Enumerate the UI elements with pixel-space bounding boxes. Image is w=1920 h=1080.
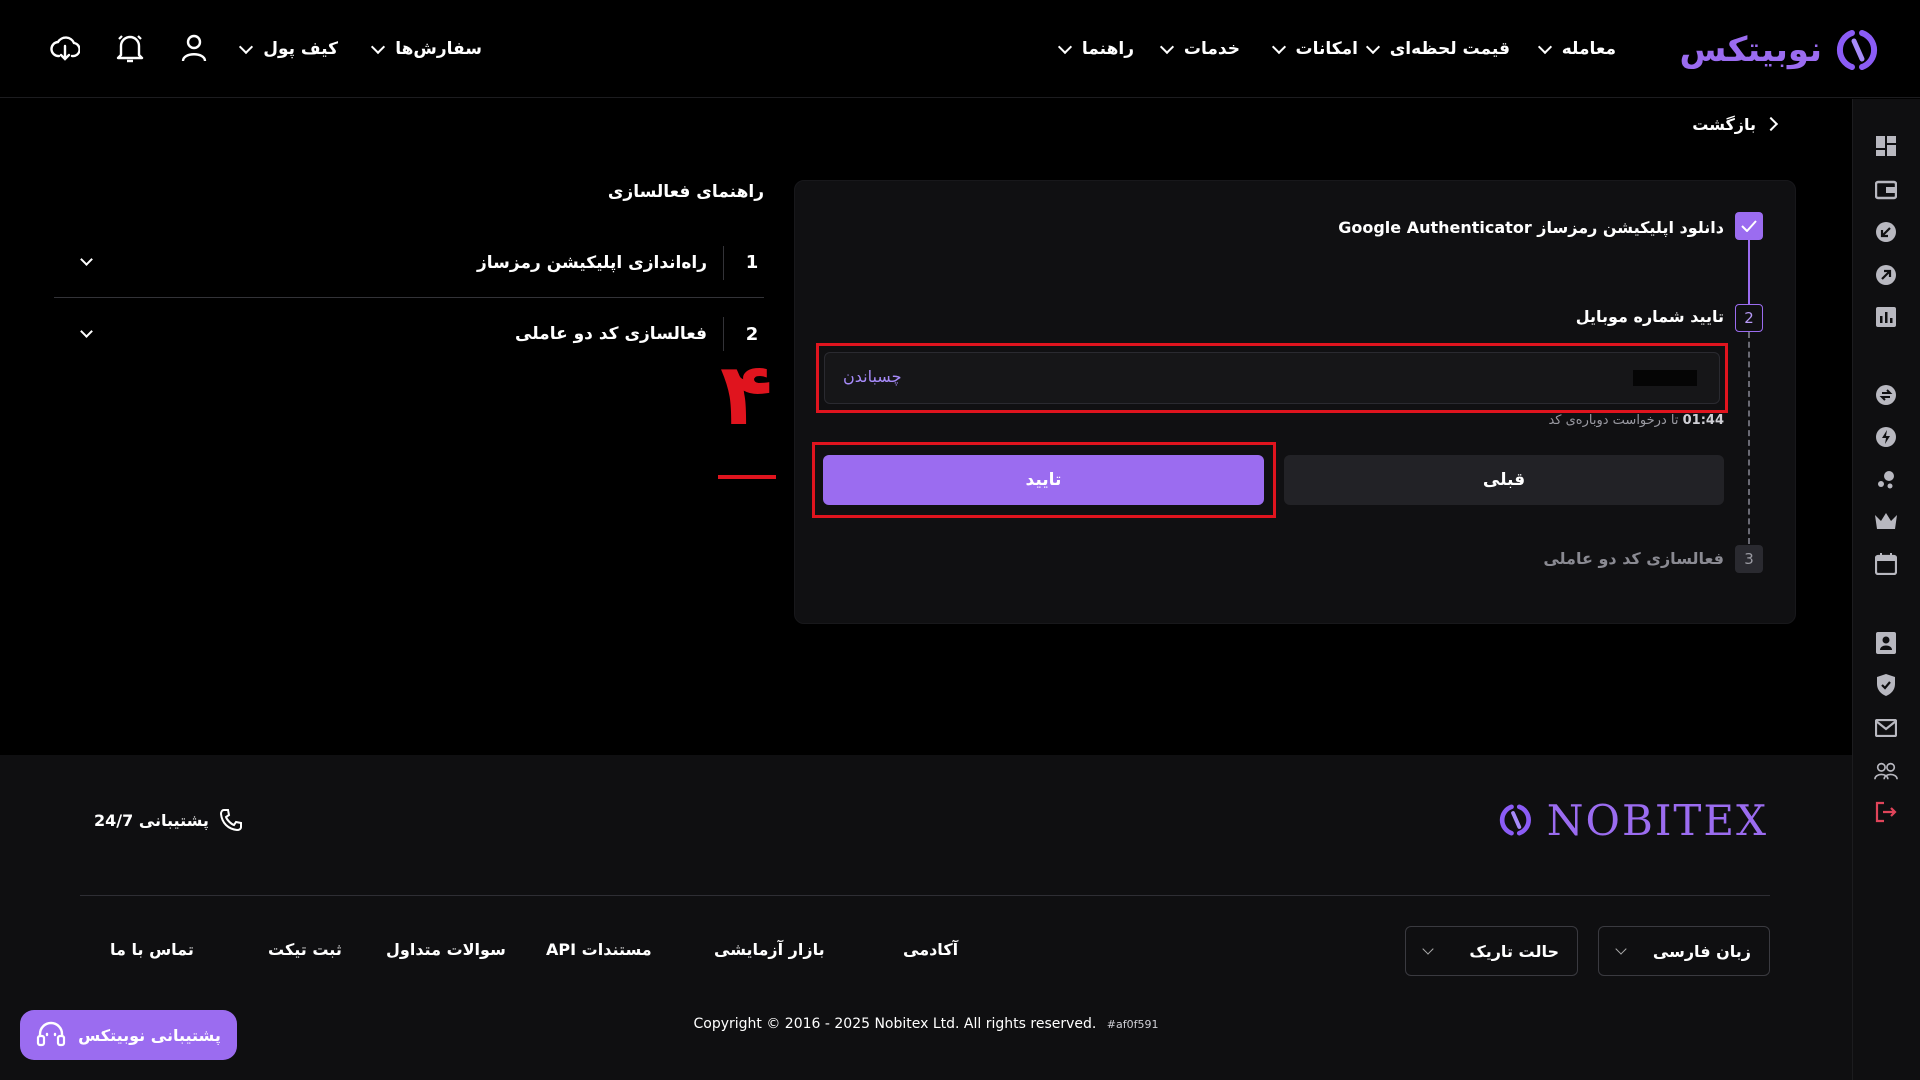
confirm-button[interactable]: تایید <box>823 455 1264 505</box>
guide-item-number: 1 <box>745 252 759 273</box>
guide-divider <box>723 317 724 351</box>
build-hash: #af0f591 <box>1106 1018 1159 1031</box>
nav-services[interactable]: خدمات <box>1159 36 1240 62</box>
brand-logo[interactable]: نوبیتکس <box>1672 22 1882 78</box>
user-icon[interactable] <box>178 32 210 64</box>
language-select[interactable]: زبان فارسی <box>1598 926 1770 976</box>
guide-item-number: 2 <box>745 323 759 345</box>
cloud-download-icon[interactable] <box>49 32 81 64</box>
phone-icon <box>219 809 242 832</box>
step-connector-solid <box>1748 240 1750 304</box>
bell-icon[interactable] <box>114 32 146 64</box>
guide-item-2[interactable]: 2 فعالسازی کد دو عاملی <box>54 299 764 369</box>
guide-title: راهنمای فعالسازی <box>607 182 764 202</box>
top-header: نوبیتکس معامله قیمت لحظه‌ای امکانات خدما… <box>0 0 1920 98</box>
logout-icon[interactable] <box>1874 800 1898 824</box>
right-sidebar <box>1852 99 1920 1080</box>
footer-link-api-docs[interactable]: مستندات API <box>546 940 652 959</box>
chevron-down-icon <box>1365 39 1380 54</box>
code-input-field[interactable]: چسباندن <box>824 352 1720 404</box>
footer-link-academy[interactable]: آکادمی <box>903 940 958 959</box>
nav-wallet[interactable]: کیف پول <box>239 36 338 62</box>
support-chat-label: پشتیبانی نوبیتکس <box>78 1025 221 1045</box>
step3-label: فعالسازی کد دو عاملی <box>1543 549 1724 568</box>
copyright-text: Copyright © 2016 - 2025 Nobitex Ltd. All… <box>693 1016 1097 1032</box>
dashboard-icon[interactable] <box>1874 134 1898 158</box>
footer-link-testnet[interactable]: بازار آزمایشی <box>714 940 825 959</box>
profile-card-icon[interactable] <box>1874 631 1898 655</box>
back-label: بازگشت <box>1692 114 1756 134</box>
timer-text: تا درخواست دوباره‌ی کد <box>1548 413 1679 428</box>
chart-icon[interactable] <box>1874 305 1898 329</box>
theme-value: حالت تاریک <box>1469 941 1559 961</box>
language-value: زبان فارسی <box>1652 941 1751 961</box>
calendar-icon[interactable] <box>1874 552 1898 576</box>
annotation-underline <box>718 475 776 479</box>
timer-value: 01:44 <box>1682 413 1724 428</box>
brand-logo-text: نوبیتکس <box>1679 30 1822 70</box>
paste-button[interactable]: چسباندن <box>843 367 901 386</box>
support-chat-button[interactable]: پشتیبانی نوبیتکس <box>20 1010 237 1060</box>
code-value-masked <box>1633 370 1697 386</box>
back-link[interactable]: بازگشت <box>1690 110 1779 138</box>
nav-features[interactable]: امکانات <box>1271 36 1358 62</box>
guide-item-label: راه‌اندازی اپلیکیشن رمزساز <box>477 252 707 273</box>
copyright: Copyright © 2016 - 2025 Nobitex Ltd. All… <box>600 1016 1252 1032</box>
deposit-icon[interactable] <box>1874 220 1898 244</box>
footer-link-ticket[interactable]: ثبت تیکت <box>268 940 342 959</box>
previous-button[interactable]: قبلی <box>1284 455 1724 505</box>
chevron-down-icon <box>1159 39 1174 54</box>
footer-divider <box>80 895 1770 896</box>
step1-check-icon <box>1735 212 1763 240</box>
guide-item-label: فعالسازی کد دو عاملی <box>515 324 707 344</box>
resend-timer: 01:44 تا درخواست دوباره‌ی کد <box>1548 413 1724 428</box>
chevron-down-icon <box>1615 943 1627 955</box>
network-icon[interactable] <box>1874 467 1898 491</box>
footer-link-faq[interactable]: سوالات متداول <box>386 940 506 959</box>
chevron-down-icon <box>1271 39 1286 54</box>
chevron-down-icon <box>371 39 386 54</box>
step2-badge: 2 <box>1735 304 1763 332</box>
crown-icon[interactable] <box>1874 509 1898 533</box>
mail-icon[interactable] <box>1874 716 1898 740</box>
chevron-right-icon <box>1763 116 1779 132</box>
nav-orders[interactable]: سفارش‌ها <box>371 36 482 62</box>
headset-icon <box>37 1021 66 1047</box>
support-24-7[interactable]: پشتیبانی 24/7 <box>94 806 243 834</box>
brand-mark-icon <box>1499 804 1531 836</box>
footer-link-contact[interactable]: تماس با ما <box>110 940 194 959</box>
chevron-down-icon <box>1537 39 1552 54</box>
theme-select[interactable]: حالت تاریک <box>1405 926 1578 976</box>
nav-guide[interactable]: راهنما <box>1057 36 1134 62</box>
nav-live-price[interactable]: قیمت لحظه‌ای <box>1365 36 1510 62</box>
chevron-down-icon <box>239 39 254 54</box>
step3-badge: 3 <box>1735 545 1763 573</box>
users-icon[interactable] <box>1874 759 1898 783</box>
wallet-icon[interactable] <box>1874 178 1898 202</box>
support-label: پشتیبانی 24/7 <box>94 810 209 830</box>
step-connector-dashed <box>1748 332 1750 544</box>
guide-divider <box>723 245 724 280</box>
withdraw-icon[interactable] <box>1874 263 1898 287</box>
nav-trade[interactable]: معامله <box>1537 36 1616 62</box>
footer-logo[interactable]: NOBITEX <box>1496 792 1768 848</box>
step2-label: تایید شماره موبایل <box>1575 307 1724 326</box>
convert-icon[interactable] <box>1874 383 1898 407</box>
footer-logo-text: NOBITEX <box>1546 795 1768 845</box>
chevron-down-icon <box>1422 943 1434 955</box>
chevron-down-icon <box>1057 39 1072 54</box>
lightning-icon[interactable] <box>1874 425 1898 449</box>
step1-label: دانلود اپلیکیشن رمزساز Google Authentica… <box>1338 218 1724 237</box>
brand-mark-icon <box>1836 30 1878 70</box>
shield-check-icon[interactable] <box>1874 673 1898 697</box>
guide-item-1[interactable]: 1 راه‌اندازی اپلیکیشن رمزساز <box>54 228 764 298</box>
